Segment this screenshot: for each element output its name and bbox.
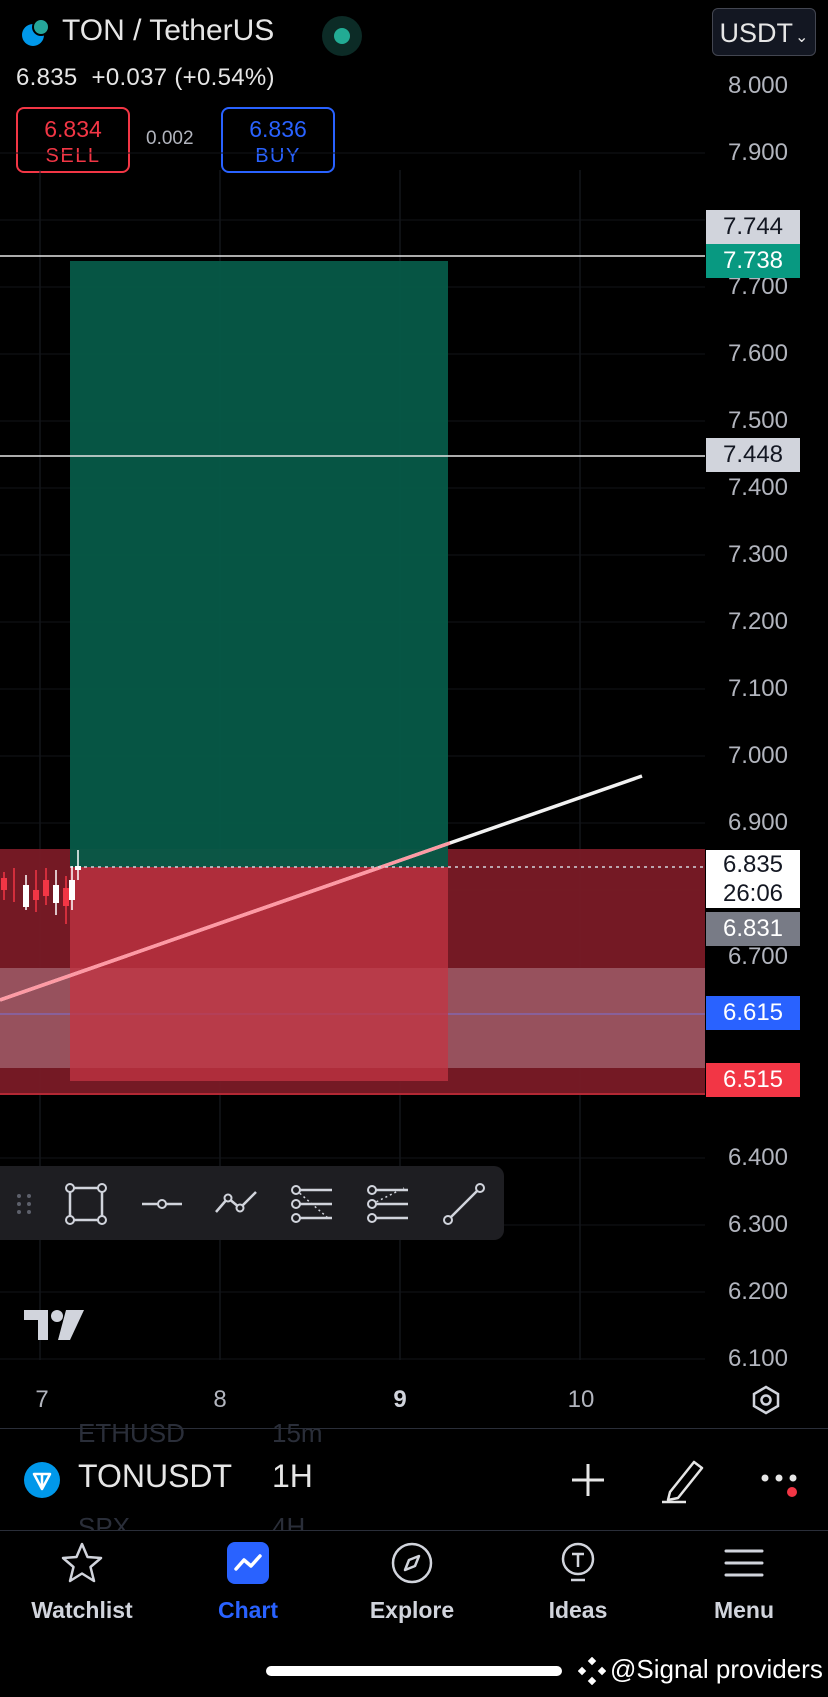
entry-price-tag: 6.615 (706, 996, 800, 1030)
horizontal-ray-icon[interactable] (138, 1180, 186, 1228)
ton-logo-icon (24, 1462, 60, 1498)
time-axis-label: 8 (213, 1386, 227, 1413)
price-axis-label: 7.300 (727, 541, 788, 568)
price-axis-label: 7.400 (727, 474, 788, 501)
loss-zone (70, 867, 448, 1081)
time-axis-label: 7 (35, 1386, 49, 1413)
timeframe-selector[interactable]: 1H (272, 1458, 313, 1495)
price-axis-label: 7.600 (727, 340, 788, 367)
ghost-timeframe: 15m (272, 1418, 323, 1448)
fib-extension-icon[interactable] (364, 1180, 412, 1228)
time-axis-label: 9 (393, 1386, 407, 1413)
tab-watchlist[interactable]: Watchlist (12, 1540, 152, 1624)
compass-icon (391, 1542, 433, 1584)
more-icon[interactable] (760, 1468, 804, 1502)
profit-zone (70, 261, 448, 867)
price-axis-label: 7.200 (727, 608, 788, 635)
fib-retracement-icon[interactable] (288, 1180, 336, 1228)
chart-icon (227, 1542, 269, 1584)
price-axis-label: 6.900 (727, 809, 788, 836)
tab-label: Ideas (548, 1597, 608, 1623)
watermark-text: @Signal providers (610, 1654, 823, 1684)
price-axis-label: 6.300 (727, 1211, 788, 1238)
ghost-symbol: ETHUSD (78, 1418, 185, 1448)
current-price-tag: 6.835 (706, 850, 800, 880)
price-tag: 7.744 (706, 210, 800, 244)
tradingview-logo-icon (24, 1310, 84, 1340)
tab-explore[interactable]: Explore (342, 1540, 482, 1624)
price-axis-label: 6.400 (727, 1144, 788, 1171)
tab-label: Chart (217, 1597, 279, 1623)
price-axis-label: 6.700 (727, 943, 788, 970)
tab-label: Explore (369, 1597, 455, 1623)
tab-label: Menu (713, 1597, 775, 1623)
price-axis-label: 7.900 (727, 139, 788, 166)
price-axis-label: 7.500 (727, 407, 788, 434)
hamburger-icon (724, 1549, 764, 1577)
time-axis-label: 10 (567, 1386, 595, 1413)
stop-price-tag: 6.515 (706, 1063, 800, 1097)
symbol-selector[interactable]: TONUSDT (78, 1458, 232, 1495)
tab-menu[interactable]: Menu (674, 1540, 814, 1624)
settings-hex-icon[interactable] (750, 1384, 782, 1416)
plus-icon[interactable] (566, 1458, 610, 1502)
tab-label: Watchlist (31, 1597, 133, 1623)
lightbulb-icon (561, 1542, 595, 1582)
price-axis-label: 6.100 (727, 1345, 788, 1372)
price-axis-label: 8.000 (727, 72, 788, 99)
pencil-icon[interactable] (660, 1454, 708, 1504)
drawing-toolbar[interactable] (0, 1166, 504, 1240)
price-tag-target: 7.738 (706, 244, 800, 278)
price-axis-label: 7.000 (727, 742, 788, 769)
drag-handle-icon[interactable] (10, 1180, 38, 1228)
tab-chart[interactable]: Chart (178, 1540, 318, 1624)
tab-ideas[interactable]: Ideas (508, 1540, 648, 1624)
rectangle-icon[interactable] (62, 1180, 110, 1228)
price-axis-label: 6.200 (727, 1278, 788, 1305)
path-icon[interactable] (212, 1180, 260, 1228)
price-axis-label: 7.100 (727, 675, 788, 702)
price-tag: 7.448 (706, 438, 800, 472)
home-indicator[interactable] (266, 1666, 562, 1676)
diamond-logo-icon (578, 1657, 606, 1685)
price-tag: 6.831 (706, 912, 800, 946)
trend-line-icon[interactable] (440, 1180, 488, 1228)
star-icon (61, 1542, 103, 1583)
bar-countdown: 26:06 (706, 880, 800, 908)
